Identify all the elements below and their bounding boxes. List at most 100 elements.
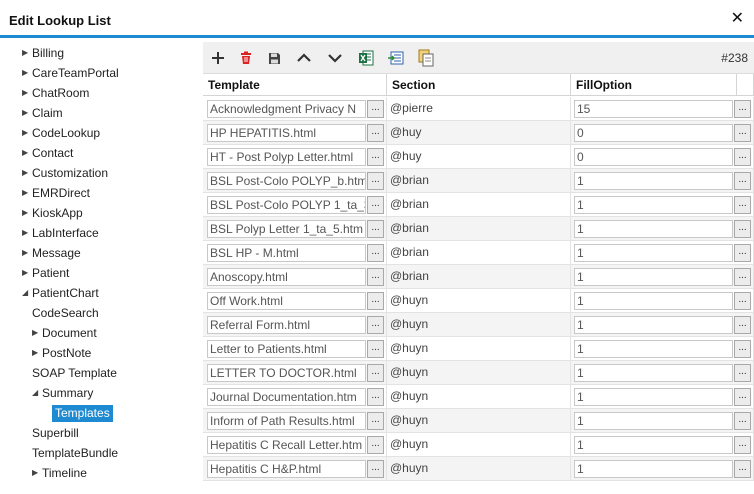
add-icon[interactable] — [209, 49, 227, 67]
filloption-ellipsis-button[interactable]: ... — [734, 172, 751, 190]
tree-node-labinterface[interactable]: ▶ LabInterface — [22, 223, 99, 243]
template-ellipsis-button[interactable]: ... — [367, 364, 384, 382]
section-cell[interactable]: @brian — [387, 241, 571, 265]
filloption-ellipsis-button[interactable]: ... — [734, 196, 751, 214]
section-cell[interactable]: @huyn — [387, 313, 571, 337]
section-cell[interactable]: @brian — [387, 169, 571, 193]
filloption-ellipsis-button[interactable]: ... — [734, 268, 751, 286]
template-ellipsis-button[interactable]: ... — [367, 268, 384, 286]
collapsed-arrow-icon[interactable]: ▶ — [22, 143, 32, 163]
template-field[interactable]: BSL Polyp Letter 1_ta_5.htm — [207, 220, 366, 238]
tree-node-postnote[interactable]: ▶ PostNote — [32, 343, 91, 363]
tree-node-document[interactable]: ▶ Document — [32, 323, 97, 343]
filloption-ellipsis-button[interactable]: ... — [734, 220, 751, 238]
section-cell[interactable]: @huyn — [387, 409, 571, 433]
template-ellipsis-button[interactable]: ... — [367, 220, 384, 238]
tree-node-templates[interactable]: Templates — [52, 403, 113, 423]
section-cell[interactable]: @brian — [387, 217, 571, 241]
template-field[interactable]: Letter to Patients.html — [207, 340, 366, 358]
section-cell[interactable]: @huyn — [387, 361, 571, 385]
collapsed-arrow-icon[interactable]: ▶ — [22, 43, 32, 63]
tree-node-message[interactable]: ▶ Message — [22, 243, 81, 263]
filloption-field[interactable]: 1 — [574, 172, 733, 190]
filloption-ellipsis-button[interactable]: ... — [734, 124, 751, 142]
template-field[interactable]: Hepatitis C H&P.html — [207, 460, 366, 478]
section-cell[interactable]: @huyn — [387, 457, 571, 481]
section-cell[interactable]: @huyn — [387, 385, 571, 409]
template-field[interactable]: Off Work.html — [207, 292, 366, 310]
filloption-ellipsis-button[interactable]: ... — [734, 388, 751, 406]
template-ellipsis-button[interactable]: ... — [367, 292, 384, 310]
template-field[interactable]: Hepatitis C Recall Letter.htm — [207, 436, 366, 454]
column-header-section[interactable]: Section — [387, 74, 571, 96]
template-field[interactable]: LETTER TO DOCTOR.html — [207, 364, 366, 382]
template-ellipsis-button[interactable]: ... — [367, 388, 384, 406]
filloption-field[interactable]: 0 — [574, 124, 733, 142]
collapsed-arrow-icon[interactable]: ▶ — [22, 63, 32, 83]
excel-export-icon[interactable] — [357, 49, 375, 67]
collapsed-arrow-icon[interactable]: ▶ — [22, 163, 32, 183]
move-down-icon[interactable] — [326, 49, 344, 67]
collapsed-arrow-icon[interactable]: ▶ — [22, 243, 32, 263]
filloption-field[interactable]: 1 — [574, 196, 733, 214]
filloption-ellipsis-button[interactable]: ... — [734, 340, 751, 358]
filloption-field[interactable]: 1 — [574, 412, 733, 430]
tree-node-contact[interactable]: ▶ Contact — [22, 143, 73, 163]
collapsed-arrow-icon[interactable]: ▶ — [22, 203, 32, 223]
tree-node-kioskapp[interactable]: ▶ KioskApp — [22, 203, 83, 223]
collapsed-arrow-icon[interactable]: ▶ — [22, 263, 32, 283]
tree-node-codelookup[interactable]: ▶ CodeLookup — [22, 123, 100, 143]
template-field[interactable]: Acknowledgment Privacy N — [207, 100, 366, 118]
collapsed-arrow-icon[interactable]: ▶ — [32, 323, 42, 343]
collapsed-arrow-icon[interactable]: ▶ — [22, 103, 32, 123]
tree-node-patientchart[interactable]: ◢ PatientChart — [22, 283, 99, 303]
filloption-field[interactable]: 15 — [574, 100, 733, 118]
filloption-field[interactable]: 0 — [574, 148, 733, 166]
copy-icon[interactable] — [417, 49, 435, 67]
filloption-field[interactable]: 1 — [574, 340, 733, 358]
filloption-ellipsis-button[interactable]: ... — [734, 436, 751, 454]
column-header-template[interactable]: Template — [203, 74, 387, 96]
collapsed-arrow-icon[interactable]: ▶ — [22, 183, 32, 203]
template-field[interactable]: Anoscopy.html — [207, 268, 366, 286]
tree-node-codesearch[interactable]: CodeSearch — [32, 303, 99, 323]
template-field[interactable]: BSL Post-Colo POLYP_b.htm — [207, 172, 366, 190]
template-ellipsis-button[interactable]: ... — [367, 244, 384, 262]
collapsed-arrow-icon[interactable]: ▶ — [22, 83, 32, 103]
section-cell[interactable]: @huyn — [387, 337, 571, 361]
filloption-field[interactable]: 1 — [574, 436, 733, 454]
tree-node-templatebundle[interactable]: TemplateBundle — [32, 443, 118, 463]
tree-node-soap-template[interactable]: SOAP Template — [32, 363, 117, 383]
template-ellipsis-button[interactable]: ... — [367, 100, 384, 118]
tree-node-superbill[interactable]: Superbill — [32, 423, 79, 443]
import-icon[interactable] — [387, 49, 405, 67]
filloption-field[interactable]: 1 — [574, 460, 733, 478]
template-ellipsis-button[interactable]: ... — [367, 148, 384, 166]
template-field[interactable]: HP HEPATITIS.html — [207, 124, 366, 142]
template-field[interactable]: Inform of Path Results.html — [207, 412, 366, 430]
filloption-ellipsis-button[interactable]: ... — [734, 364, 751, 382]
template-field[interactable]: HT - Post Polyp Letter.html — [207, 148, 366, 166]
tree-node-summary[interactable]: ◢ Summary — [32, 383, 93, 403]
filloption-ellipsis-button[interactable]: ... — [734, 412, 751, 430]
filloption-ellipsis-button[interactable]: ... — [734, 316, 751, 334]
move-up-icon[interactable] — [295, 49, 313, 67]
template-field[interactable]: Referral Form.html — [207, 316, 366, 334]
section-cell[interactable]: @brian — [387, 193, 571, 217]
template-field[interactable]: Journal Documentation.htm — [207, 388, 366, 406]
filloption-ellipsis-button[interactable]: ... — [734, 244, 751, 262]
filloption-field[interactable]: 1 — [574, 388, 733, 406]
section-cell[interactable]: @huy — [387, 121, 571, 145]
close-icon[interactable]: ✕ — [731, 11, 744, 27]
tree-node-customization[interactable]: ▶ Customization — [22, 163, 108, 183]
section-cell[interactable]: @huyn — [387, 433, 571, 457]
tree-node-claim[interactable]: ▶ Claim — [22, 103, 63, 123]
filloption-ellipsis-button[interactable]: ... — [734, 100, 751, 118]
template-field[interactable]: BSL Post-Colo POLYP 1_ta_3 — [207, 196, 366, 214]
column-header-filloption[interactable]: FillOption — [571, 74, 737, 96]
template-ellipsis-button[interactable]: ... — [367, 316, 384, 334]
template-ellipsis-button[interactable]: ... — [367, 340, 384, 358]
template-ellipsis-button[interactable]: ... — [367, 460, 384, 478]
filloption-ellipsis-button[interactable]: ... — [734, 292, 751, 310]
template-ellipsis-button[interactable]: ... — [367, 172, 384, 190]
